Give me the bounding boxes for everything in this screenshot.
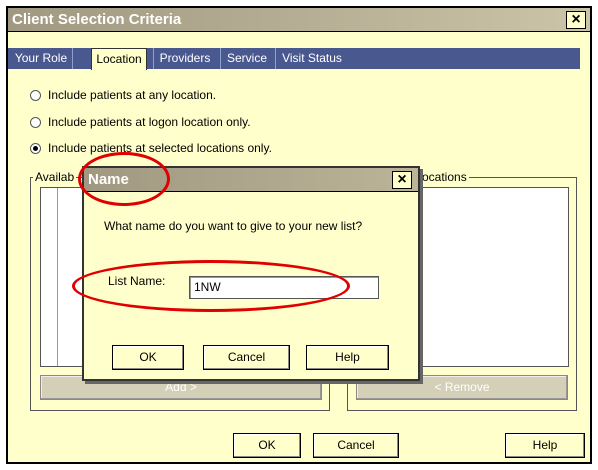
name-dialog: Name × What name do you want to give to … bbox=[82, 166, 420, 381]
tab-visit-status[interactable]: Visit Status bbox=[277, 48, 347, 69]
tab-location[interactable]: Location bbox=[91, 48, 147, 70]
tab-providers[interactable]: Providers bbox=[155, 48, 215, 69]
cancel-button[interactable]: Cancel bbox=[313, 433, 399, 458]
radio-logon-location[interactable] bbox=[30, 117, 41, 128]
name-dialog-title: Name bbox=[88, 171, 129, 188]
list-name-label: List Name: bbox=[108, 274, 166, 288]
radio-selected-locations[interactable] bbox=[30, 143, 41, 154]
tab-your-role[interactable]: Your Role bbox=[10, 48, 72, 69]
name-dialog-prompt: What name do you want to give to your ne… bbox=[104, 219, 363, 233]
ok-button[interactable]: OK bbox=[233, 433, 301, 458]
available-locations-label: Availab bbox=[33, 170, 77, 184]
radio-logon-location-label: Include patients at logon location only. bbox=[48, 115, 251, 129]
list-name-input[interactable]: 1NW bbox=[189, 276, 379, 299]
window-title: Client Selection Criteria bbox=[12, 11, 182, 28]
help-button[interactable]: Help bbox=[505, 433, 585, 458]
radio-selected-locations-label: Include patients at selected locations o… bbox=[48, 141, 272, 155]
tab-service[interactable]: Service bbox=[222, 48, 272, 69]
name-dialog-titlebar[interactable]: Name × bbox=[84, 168, 418, 192]
window-titlebar[interactable]: Client Selection Criteria × bbox=[8, 8, 590, 32]
selected-locations-label: ocations bbox=[420, 170, 469, 184]
name-dialog-close-button[interactable]: × bbox=[392, 171, 412, 189]
dialog-cancel-button[interactable]: Cancel bbox=[203, 345, 290, 370]
radio-any-location[interactable] bbox=[30, 90, 41, 101]
dialog-help-button[interactable]: Help bbox=[306, 345, 389, 370]
window-close-button[interactable]: × bbox=[566, 11, 586, 29]
dialog-ok-button[interactable]: OK bbox=[112, 345, 184, 370]
list-column-divider bbox=[57, 188, 58, 366]
radio-any-location-label: Include patients at any location. bbox=[48, 88, 217, 102]
